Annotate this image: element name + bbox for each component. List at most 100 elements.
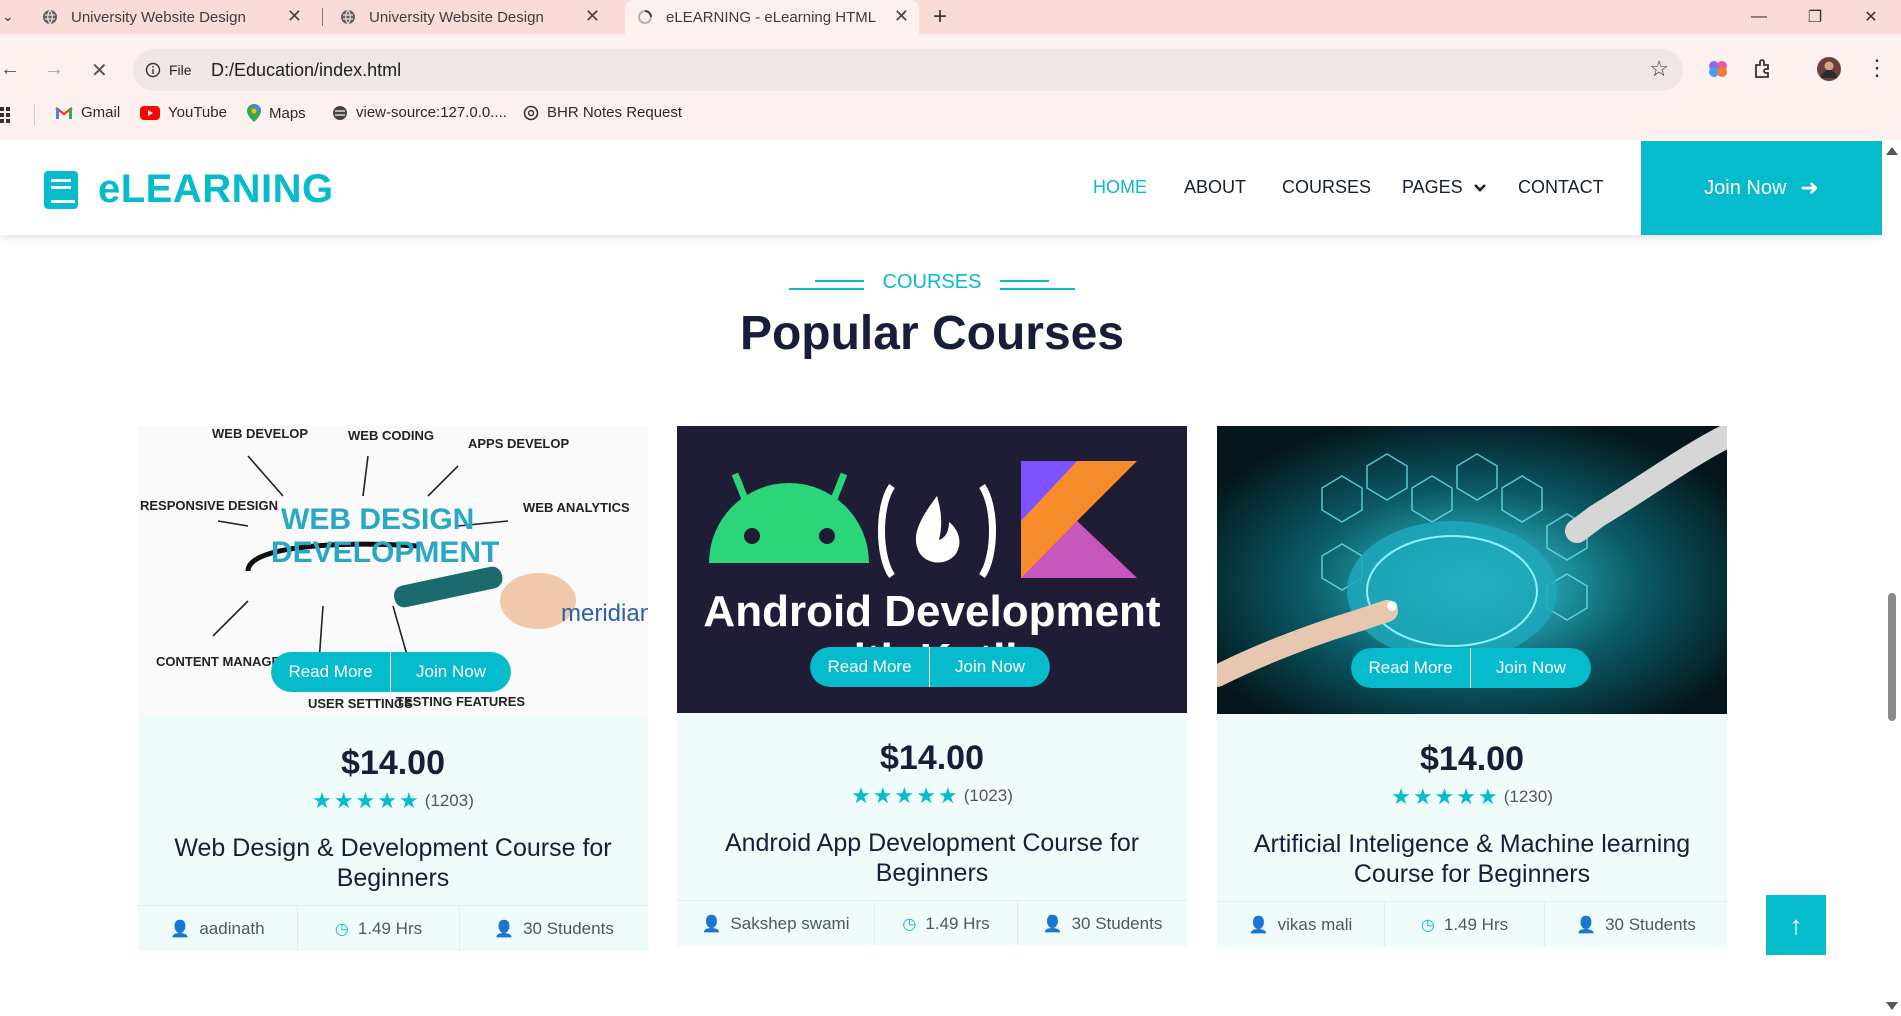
nav-contact[interactable]: CONTACT — [1518, 177, 1604, 198]
meta-instructor: 👤 Sakshep swami — [677, 901, 875, 946]
students-text: 30 Students — [523, 918, 614, 938]
scroll-down-icon[interactable] — [1886, 1002, 1898, 1010]
site-navbar: eLEARNING HOME ABOUT COURSES PAGES CONTA… — [0, 141, 1882, 235]
scroll-thumb[interactable] — [1888, 593, 1896, 721]
join-now-card-button[interactable]: Join Now — [391, 652, 511, 692]
course-meta: 👤 vikas mali ◷ 1.49 Hrs 👤 30 Students — [1217, 901, 1727, 947]
clock-icon: ◷ — [902, 915, 917, 933]
bookmark-maps[interactable]: Maps — [247, 104, 306, 122]
nav-courses[interactable]: COURSES — [1282, 177, 1371, 198]
site-logo[interactable]: eLEARNING — [42, 167, 334, 212]
tab-elearning[interactable]: eLEARNING - eLearning HTML T ✕ — [625, 0, 919, 34]
nav-home[interactable]: HOME — [1093, 177, 1147, 198]
user-icon: 👤 — [170, 920, 191, 938]
duration-text: 1.49 Hrs — [925, 913, 990, 933]
star-rating-icon: ★★★★★ — [851, 783, 960, 808]
tab-title: University Website Design — [369, 8, 544, 26]
img-logo-text: meridian — [561, 600, 648, 627]
course-meta: 👤 aadinath ◷ 1.49 Hrs 👤 30 Students — [138, 905, 648, 951]
img-headline: Android Development — [703, 587, 1160, 636]
meta-duration: ◷ 1.49 Hrs — [1385, 902, 1545, 947]
profile-avatar[interactable] — [1816, 56, 1842, 82]
scroll-up-icon[interactable] — [1886, 147, 1898, 155]
bookmark-label: YouTube — [168, 104, 227, 121]
course-title[interactable]: Android App Development Course for Begin… — [707, 828, 1157, 888]
back-arrow-icon[interactable]: ← — [0, 58, 20, 81]
apps-grid-icon[interactable] — [0, 107, 16, 123]
bookmark-youtube[interactable]: YouTube — [140, 104, 227, 121]
url-text[interactable]: D:/Education/index.html — [211, 60, 401, 81]
join-now-card-button[interactable]: Join Now — [930, 647, 1050, 687]
img-label: RESPONSIVE DESIGN — [140, 498, 278, 513]
meta-duration: ◷ 1.49 Hrs — [875, 901, 1018, 946]
menu-kebab-icon[interactable]: ⋮ — [1866, 55, 1888, 81]
course-title[interactable]: Web Design & Development Course for Begi… — [168, 833, 618, 893]
duration-text: 1.49 Hrs — [1443, 914, 1509, 934]
course-rating: ★★★★★ (1230) — [1217, 784, 1727, 810]
review-count: (1023) — [963, 786, 1013, 805]
duration-text: 1.49 Hrs — [357, 918, 423, 938]
course-card: WEB DEVELOP WEB CODING APPS DEVELOP RESP… — [138, 426, 648, 951]
scheme-label: File — [169, 62, 192, 78]
user-icon: 👤 — [1576, 916, 1597, 934]
read-more-button[interactable]: Read More — [1351, 648, 1471, 688]
meta-instructor: 👤 aadinath — [138, 906, 298, 951]
book-icon — [44, 170, 78, 209]
star-rating-icon: ★★★★★ — [1391, 784, 1500, 809]
img-headline: DEVELOPMENT — [271, 536, 499, 569]
close-icon[interactable]: ✕ — [585, 6, 600, 27]
restore-icon[interactable]: ❐ — [1792, 0, 1838, 34]
tab-university-2[interactable]: University Website Design ✕ — [328, 0, 610, 34]
minimize-icon[interactable]: — — [1736, 0, 1782, 34]
meta-students: 👤 30 Students — [460, 906, 648, 951]
arrow-right-icon: ➜ — [1800, 175, 1819, 200]
bookmark-divider — [34, 104, 35, 126]
clock-icon: ◷ — [1420, 916, 1435, 934]
close-window-icon[interactable]: ✕ — [1848, 0, 1894, 34]
tab-divider — [322, 8, 323, 26]
nav-about[interactable]: ABOUT — [1184, 177, 1246, 198]
globe-icon — [341, 9, 355, 25]
address-bar[interactable]: File D:/Education/index.html ☆ — [133, 49, 1683, 91]
maps-icon — [247, 104, 261, 122]
nav-pages[interactable]: PAGES — [1402, 177, 1486, 198]
extensions-puzzle-icon[interactable] — [1752, 57, 1776, 81]
img-label: WEB ANALYTICS — [523, 500, 630, 515]
stop-loading-icon[interactable]: ✕ — [91, 58, 108, 83]
bookmark-view-source[interactable]: view-source:127.0.0.... — [332, 104, 507, 121]
info-icon — [145, 62, 161, 78]
card-action-buttons: Read More Join Now — [810, 647, 1050, 687]
gmail-icon — [55, 106, 73, 120]
meta-students: 👤 30 Students — [1018, 901, 1187, 946]
site-info-chip[interactable]: File — [145, 58, 192, 82]
tab-university-1[interactable]: University Website Design ✕ — [30, 0, 312, 34]
course-price: $14.00 — [341, 744, 445, 782]
forward-arrow-icon[interactable]: → — [44, 58, 64, 81]
new-tab-plus-icon[interactable]: + — [933, 3, 947, 31]
bookmark-gmail[interactable]: Gmail — [55, 104, 120, 121]
review-count: (1203) — [424, 791, 474, 810]
close-icon[interactable]: ✕ — [287, 6, 302, 27]
user-icon: 👤 — [1042, 915, 1063, 933]
join-now-button[interactable]: Join Now ➜ — [1641, 141, 1882, 235]
clock-icon: ◷ — [334, 920, 349, 938]
tab-search-chevron-icon[interactable]: ⌄ — [2, 8, 14, 25]
read-more-button[interactable]: Read More — [810, 647, 930, 687]
course-price: $14.00 — [1420, 740, 1524, 778]
extension-brain-icon[interactable] — [1706, 57, 1730, 81]
user-icon: 👤 — [494, 920, 515, 938]
bookmark-star-icon[interactable]: ☆ — [1649, 56, 1669, 82]
join-now-card-button[interactable]: Join Now — [1471, 648, 1591, 688]
read-more-button[interactable]: Read More — [271, 652, 391, 692]
page-scrollbar[interactable] — [1882, 141, 1901, 1016]
close-icon[interactable]: ✕ — [894, 6, 909, 27]
bookmark-label: BHR Notes Request — [547, 104, 683, 121]
students-text: 30 Students — [1605, 914, 1696, 934]
course-rating: ★★★★★ (1203) — [138, 788, 648, 814]
back-to-top-button[interactable]: ↑ — [1766, 895, 1826, 955]
course-title[interactable]: Artificial Inteligence & Machine learnin… — [1247, 829, 1697, 889]
tab-title: University Website Design — [71, 8, 246, 26]
bookmark-bhr-notes[interactable]: BHR Notes Request — [523, 104, 682, 121]
meta-instructor: 👤 vikas mali — [1217, 902, 1385, 947]
meta-duration: ◷ 1.49 Hrs — [298, 906, 460, 951]
